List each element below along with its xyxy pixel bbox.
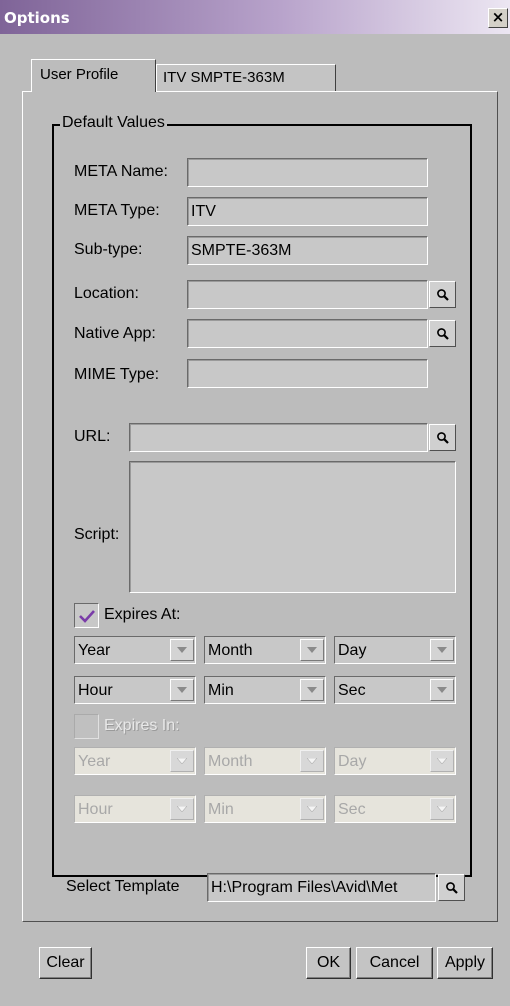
- tab-itv-smpte-363m[interactable]: ITV SMPTE-363M: [156, 64, 336, 91]
- checkmark-icon: [78, 609, 95, 623]
- url-input[interactable]: [129, 423, 428, 452]
- clear-button[interactable]: Clear: [39, 947, 92, 979]
- expires-in-year-select[interactable]: Year: [74, 747, 196, 775]
- chevron-down-icon: [300, 679, 324, 701]
- expires-in-hour-select[interactable]: Hour: [74, 795, 196, 823]
- chevron-down-icon: [170, 798, 194, 820]
- expires-at-year-select[interactable]: Year: [74, 636, 196, 664]
- select-value: Year: [78, 753, 111, 770]
- mime-type-label: MIME Type:: [74, 366, 160, 383]
- expires-in-label: Expires In:: [104, 717, 180, 734]
- select-value: Day: [338, 642, 367, 659]
- select-value: Sec: [338, 682, 366, 699]
- select-value: Hour: [78, 682, 113, 699]
- select-value: Day: [338, 753, 367, 770]
- sub-type-label: Sub-type:: [74, 241, 143, 258]
- script-textarea[interactable]: [129, 461, 456, 593]
- magnifier-icon: [436, 431, 449, 444]
- chevron-down-icon: [170, 750, 194, 772]
- url-label: URL:: [74, 428, 111, 445]
- magnifier-icon: [436, 327, 449, 340]
- tab-user-profile[interactable]: User Profile: [31, 59, 156, 92]
- chevron-down-icon: [430, 750, 454, 772]
- expires-at-label: Expires At:: [104, 606, 181, 623]
- chevron-down-icon: [430, 679, 454, 701]
- template-path-input[interactable]: H:\Program Files\Avid\Met: [207, 873, 436, 902]
- url-browse-button[interactable]: [429, 424, 456, 451]
- sub-type-input[interactable]: SMPTE-363M: [187, 236, 428, 265]
- select-value: Month: [208, 753, 253, 770]
- chevron-down-icon: [430, 798, 454, 820]
- mime-type-input[interactable]: [187, 359, 428, 388]
- title-bar: [0, 0, 510, 34]
- expires-at-hour-select[interactable]: Hour: [74, 676, 196, 704]
- template-browse-button[interactable]: [438, 874, 465, 901]
- select-value: Year: [78, 642, 111, 659]
- meta-name-input[interactable]: [187, 158, 428, 187]
- chevron-down-icon: [170, 679, 194, 701]
- meta-type-input[interactable]: ITV: [187, 197, 428, 226]
- native-app-input[interactable]: [187, 319, 428, 348]
- chevron-down-icon: [170, 639, 194, 661]
- select-value: Min: [208, 801, 234, 818]
- script-label: Script:: [74, 526, 120, 543]
- expires-in-sec-select[interactable]: Sec: [334, 795, 456, 823]
- expires-in-day-select[interactable]: Day: [334, 747, 456, 775]
- expires-at-month-select[interactable]: Month: [204, 636, 326, 664]
- expires-in-min-select[interactable]: Min: [204, 795, 326, 823]
- expires-at-day-select[interactable]: Day: [334, 636, 456, 664]
- cancel-button[interactable]: Cancel: [356, 947, 433, 979]
- expires-in-checkbox[interactable]: [74, 714, 99, 739]
- magnifier-icon: [436, 288, 449, 301]
- native-app-browse-button[interactable]: [429, 320, 456, 347]
- chevron-down-icon: [430, 639, 454, 661]
- select-value: Sec: [338, 801, 366, 818]
- meta-name-label: META Name:: [74, 163, 168, 180]
- chevron-down-icon: [300, 798, 324, 820]
- meta-type-label: META Type:: [74, 202, 160, 219]
- group-legend: Default Values: [60, 114, 167, 132]
- select-value: Month: [208, 642, 253, 659]
- magnifier-icon: [445, 881, 458, 894]
- location-input[interactable]: [187, 280, 428, 309]
- location-browse-button[interactable]: [429, 281, 456, 308]
- expires-at-sec-select[interactable]: Sec: [334, 676, 456, 704]
- chevron-down-icon: [300, 639, 324, 661]
- close-button[interactable]: ×: [488, 8, 508, 28]
- expires-in-month-select[interactable]: Month: [204, 747, 326, 775]
- native-app-label: Native App:: [74, 325, 156, 342]
- window-title: Options: [4, 9, 70, 27]
- chevron-down-icon: [300, 750, 324, 772]
- apply-button[interactable]: Apply: [437, 947, 493, 979]
- expires-at-min-select[interactable]: Min: [204, 676, 326, 704]
- ok-button[interactable]: OK: [306, 947, 351, 979]
- select-value: Min: [208, 682, 234, 699]
- expires-at-checkbox[interactable]: [74, 603, 99, 628]
- select-template-label: Select Template: [66, 878, 180, 895]
- location-label: Location:: [74, 285, 139, 302]
- select-value: Hour: [78, 801, 113, 818]
